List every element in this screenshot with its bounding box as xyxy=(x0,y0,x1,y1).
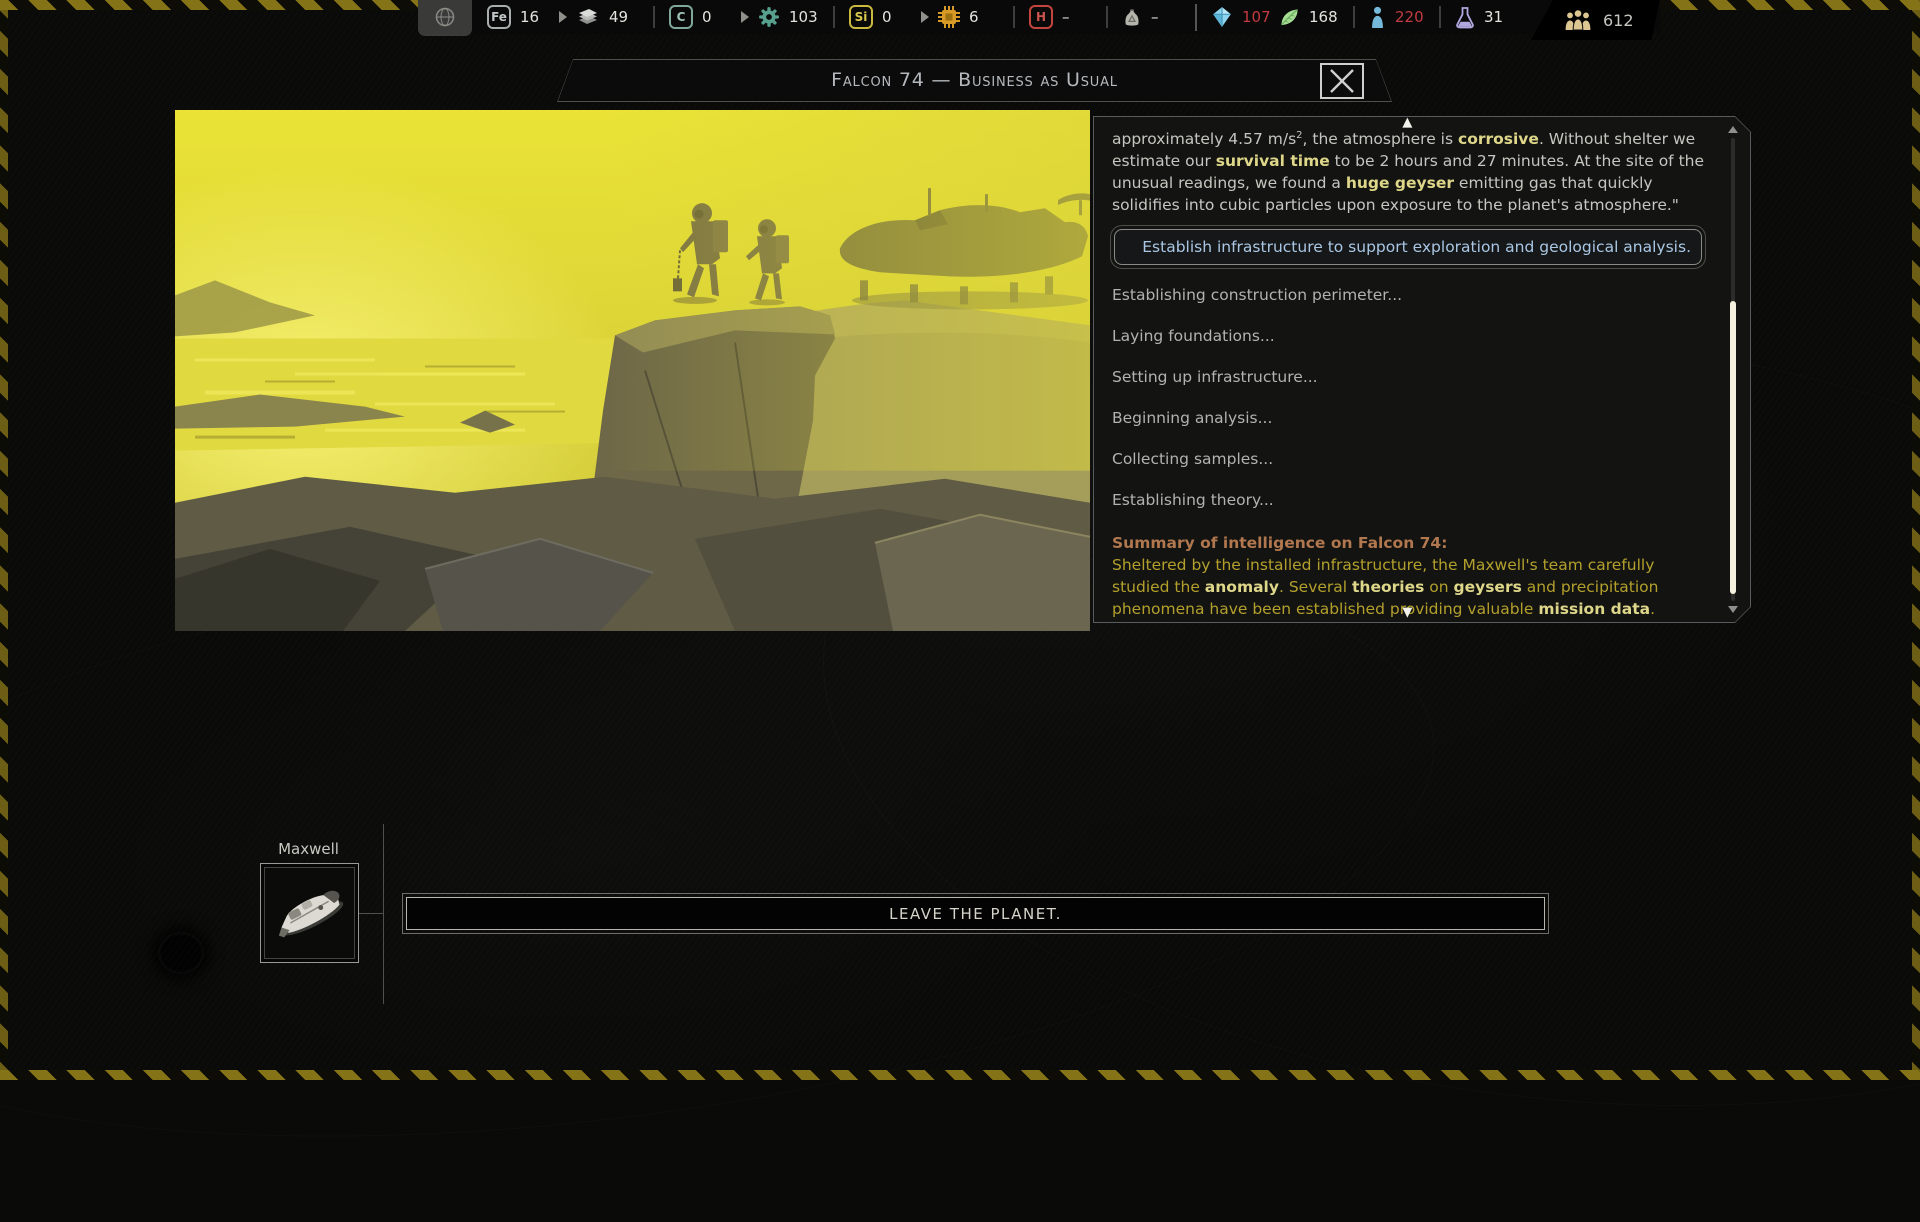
bar-section-divider xyxy=(1195,3,1197,31)
fuel-crystal-icon xyxy=(1213,7,1231,27)
resource-silicon[interactable]: Si 0 xyxy=(849,5,912,29)
event-text-panel: ▲ approximately 4.57 m/s2, the atmospher… xyxy=(1093,116,1751,623)
silicon-value: 0 xyxy=(882,8,892,26)
resource-steel[interactable]: 49 xyxy=(576,7,639,27)
hazard-stripe-left xyxy=(0,0,8,1080)
bar-divider xyxy=(653,6,655,28)
hazard-stripe-bottom xyxy=(0,1070,1920,1080)
connector-vertical-line xyxy=(383,824,384,1004)
resource-carbon[interactable]: C 0 xyxy=(669,5,732,29)
resource-fuel[interactable]: 107 xyxy=(1211,6,1272,28)
summary-heading: Summary of intelligence on Falcon 74: xyxy=(1112,534,1448,553)
fuel-value: 107 xyxy=(1242,8,1271,26)
event-illustration-planet-surface xyxy=(175,110,1090,631)
science-value: 31 xyxy=(1484,8,1504,26)
bar-divider xyxy=(1439,6,1441,28)
science-flask-icon xyxy=(1456,6,1474,28)
bar-divider xyxy=(833,6,835,28)
carbon-value: 0 xyxy=(702,8,712,26)
silicon-icon: Si xyxy=(849,5,873,29)
scroll-up-indicator[interactable]: ▲ xyxy=(1402,115,1412,130)
resource-hydrogen[interactable]: H – xyxy=(1029,5,1092,29)
dialog-title: Falcon 74 — Business as Usual xyxy=(831,68,1118,91)
globe-icon xyxy=(435,7,455,27)
status-line: Establishing theory... xyxy=(1112,491,1274,510)
resource-science[interactable]: 31 xyxy=(1455,6,1514,29)
resource-microchips[interactable]: 6 xyxy=(938,6,999,28)
panel-scrollbar[interactable] xyxy=(1726,126,1740,613)
steel-sheets-icon xyxy=(579,9,597,24)
close-button[interactable] xyxy=(1320,63,1364,99)
population-people-icon xyxy=(1563,9,1593,31)
ship-thumbnail-box[interactable] xyxy=(260,863,359,963)
choice-button[interactable]: Establish infrastructure to support expl… xyxy=(1114,229,1702,265)
refine-arrow-icon xyxy=(741,11,749,23)
organics-leaf-icon xyxy=(1281,8,1298,25)
status-line: Establishing construction perimeter... xyxy=(1112,286,1403,305)
microchip-icon xyxy=(938,6,960,28)
ship-name-label: Maxwell xyxy=(278,840,339,858)
background-dark-sphere xyxy=(158,932,204,974)
bar-divider xyxy=(1353,6,1355,28)
event-text-panel-inner: ▲ approximately 4.57 m/s2, the atmospher… xyxy=(1094,117,1750,622)
resource-iron[interactable]: Fe 16 xyxy=(487,5,550,29)
waste-value: – xyxy=(1151,8,1159,26)
planet-tab[interactable] xyxy=(418,0,472,36)
game-screen: { "resource_bar": { "iron": { "label": "… xyxy=(0,0,1920,1080)
bar-divider xyxy=(1013,6,1015,28)
waste-bag-icon xyxy=(1125,8,1139,26)
carbon-icon: C xyxy=(669,5,693,29)
connector-horizontal-line xyxy=(357,913,383,914)
machine-parts-value: 103 xyxy=(789,8,818,26)
refine-arrow-icon xyxy=(559,11,567,23)
ship-thumbnail xyxy=(278,890,343,938)
hazard-stripe-right xyxy=(1912,0,1920,1080)
resource-crew[interactable]: 220 xyxy=(1369,6,1425,29)
status-list: Establishing construction perimeter... La… xyxy=(1112,284,1704,511)
refine-arrow-icon xyxy=(921,11,929,23)
scrollbar-thumb[interactable] xyxy=(1730,301,1736,593)
organics-value: 168 xyxy=(1309,8,1338,26)
steel-value: 49 xyxy=(609,8,629,26)
resource-machine-parts[interactable]: 103 xyxy=(758,6,819,28)
hydrogen-icon: H xyxy=(1029,5,1053,29)
event-window-titlebar-inner: Falcon 74 — Business as Usual xyxy=(558,60,1391,101)
status-line: Collecting samples... xyxy=(1112,450,1274,469)
leave-planet-button[interactable]: LEAVE THE PLANET. xyxy=(402,893,1549,934)
microchips-value: 6 xyxy=(969,8,979,26)
resource-bar: Fe 16 49 C 0 103 Si 0 6 H – – 107 168 22… xyxy=(418,0,1660,34)
gear-icon xyxy=(759,7,779,27)
scrollbar-up-arrow-icon[interactable] xyxy=(1728,126,1738,133)
leave-planet-button-label: LEAVE THE PLANET. xyxy=(406,897,1545,930)
ship-thumbnail-inner xyxy=(264,867,355,959)
resource-waste[interactable]: – xyxy=(1122,7,1181,28)
scrollbar-down-arrow-icon[interactable] xyxy=(1728,606,1738,613)
status-line: Beginning analysis... xyxy=(1112,409,1273,428)
status-line: Setting up infrastructure... xyxy=(1112,368,1318,387)
crew-value: 220 xyxy=(1395,8,1424,26)
narrative-paragraph: approximately 4.57 m/s2, the atmosphere … xyxy=(1112,130,1705,215)
crew-person-icon xyxy=(1372,6,1383,28)
population-value: 612 xyxy=(1603,10,1634,30)
iron-icon: Fe xyxy=(487,5,511,29)
event-window-titlebar: Falcon 74 — Business as Usual xyxy=(557,59,1392,102)
resource-population[interactable]: 612 xyxy=(1531,0,1660,40)
hydrogen-value: – xyxy=(1062,8,1070,26)
resource-organics[interactable]: 168 xyxy=(1278,7,1339,28)
close-icon xyxy=(1327,68,1357,94)
bar-divider xyxy=(1106,6,1108,28)
status-line: Laying foundations... xyxy=(1112,327,1275,346)
scroll-down-indicator[interactable]: ▼ xyxy=(1402,605,1412,620)
iron-value: 16 xyxy=(520,8,540,26)
